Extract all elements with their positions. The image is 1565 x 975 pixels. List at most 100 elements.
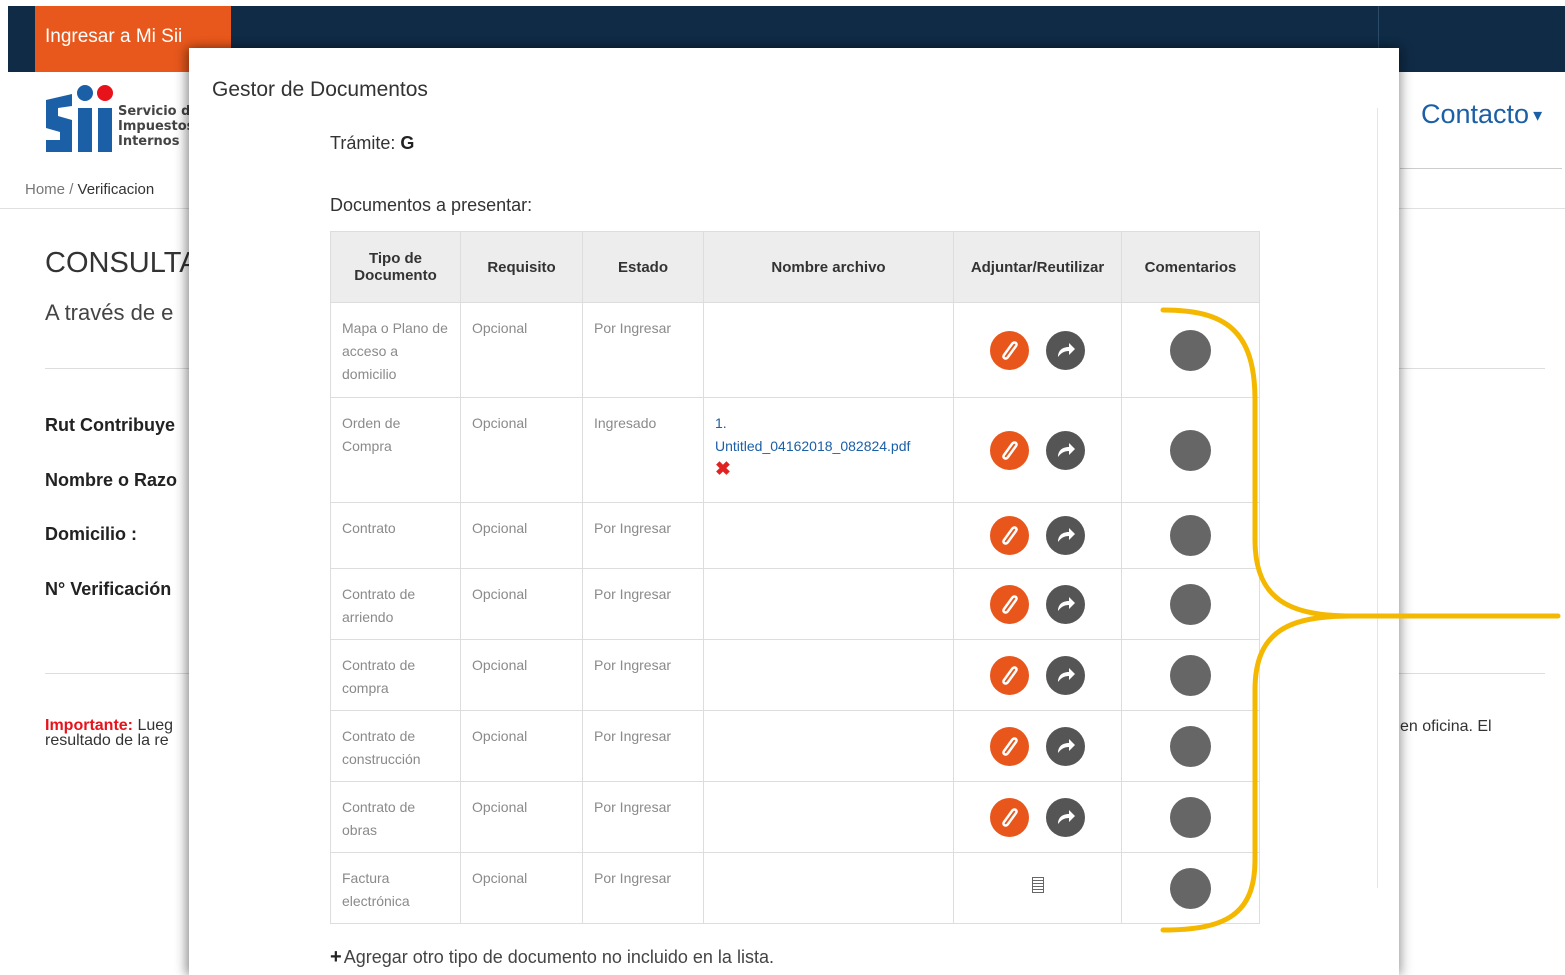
page-title: CONSULTA xyxy=(45,247,199,279)
reuse-icon[interactable] xyxy=(1046,797,1085,837)
col-header-requisito: Requisito xyxy=(460,231,583,303)
cell-tipo: Orden de Compra xyxy=(330,397,461,503)
login-label: Ingresar a Mi Sii xyxy=(45,26,183,47)
cell-archivo xyxy=(703,710,954,782)
reuse-icon[interactable] xyxy=(1046,584,1085,624)
documents-label: Documentos a presentar: xyxy=(330,195,533,215)
cell-archivo xyxy=(703,852,954,924)
cell-actions xyxy=(953,397,1122,503)
add-document-type-link[interactable]: + Agregar otro tipo de documento no inclu… xyxy=(330,946,774,969)
delete-file-icon[interactable]: ✖ xyxy=(715,459,731,480)
comment-icon[interactable] xyxy=(1170,654,1211,696)
cell-comentarios xyxy=(1121,852,1260,924)
cell-actions xyxy=(953,710,1122,782)
modal-scroll-divider xyxy=(1377,108,1378,888)
cell-actions xyxy=(953,852,1122,924)
table-row: Contrato de compra Opcional Por Ingresar xyxy=(330,639,1260,711)
cell-requisito: Opcional xyxy=(460,781,583,853)
table-row: Orden de Compra Opcional Ingresado 1. Un… xyxy=(330,397,1260,503)
cell-archivo xyxy=(703,568,954,640)
cell-actions xyxy=(953,639,1122,711)
reuse-icon[interactable] xyxy=(1046,726,1085,766)
contact-menu[interactable]: Contacto ▾ xyxy=(1421,99,1542,130)
attach-icon[interactable] xyxy=(990,726,1029,766)
attach-icon[interactable] xyxy=(990,516,1029,555)
cell-actions xyxy=(953,502,1122,569)
reuse-icon[interactable] xyxy=(1046,330,1085,370)
cell-comentarios xyxy=(1121,710,1260,782)
file-index: 1. xyxy=(715,415,727,431)
breadcrumb-home[interactable]: Home xyxy=(25,181,65,198)
comment-icon[interactable] xyxy=(1170,429,1211,471)
col-header-tipo: Tipo de Documento xyxy=(330,231,461,303)
reuse-icon[interactable] xyxy=(1046,430,1085,470)
col-header-estado: Estado xyxy=(582,231,704,303)
cell-estado: Por Ingresar xyxy=(582,852,704,924)
table-row: Contrato de construcción Opcional Por In… xyxy=(330,710,1260,782)
important-note: Importante: Lueg resultado de la re xyxy=(45,718,173,749)
field-label-domicilio: Domicilio : xyxy=(45,524,138,544)
comment-icon[interactable] xyxy=(1170,583,1211,625)
tramite-label: Trámite: xyxy=(330,133,396,153)
cell-estado: Por Ingresar xyxy=(582,302,704,398)
cell-actions xyxy=(953,781,1122,853)
cell-estado: Por Ingresar xyxy=(582,639,704,711)
comment-icon[interactable] xyxy=(1170,515,1211,556)
cell-tipo: Contrato de arriendo xyxy=(330,568,461,640)
reuse-icon[interactable] xyxy=(1046,516,1085,555)
table-row: Contrato Opcional Por Ingresar xyxy=(330,502,1260,569)
cell-archivo xyxy=(703,502,954,569)
cell-estado: Por Ingresar xyxy=(582,781,704,853)
col-header-adjuntar: Adjuntar/Reutilizar xyxy=(953,231,1122,303)
cell-comentarios xyxy=(1121,568,1260,640)
cell-requisito: Opcional xyxy=(460,302,583,398)
cell-comentarios xyxy=(1121,397,1260,503)
comment-icon[interactable] xyxy=(1170,796,1211,838)
comment-icon[interactable] xyxy=(1170,725,1211,767)
cell-archivo: 1. Untitled_04162018_082824.pdf ✖ xyxy=(703,397,954,503)
chevron-down-icon: ▾ xyxy=(1533,105,1543,126)
cell-actions xyxy=(953,568,1122,640)
page: Ingresar a Mi Sii Servicio de Impuestos … xyxy=(0,0,1565,975)
contact-label: Contacto xyxy=(1421,99,1530,129)
cell-estado: Por Ingresar xyxy=(582,710,704,782)
attach-icon[interactable] xyxy=(990,584,1029,624)
cell-actions xyxy=(953,302,1122,398)
attach-icon[interactable] xyxy=(990,797,1029,837)
plus-icon: + xyxy=(330,946,342,968)
form-icon[interactable] xyxy=(1031,876,1044,893)
cell-tipo: Contrato de construcción xyxy=(330,710,461,782)
table-row: Contrato de obras Opcional Por Ingresar xyxy=(330,781,1260,853)
logo-text-line3: Internos xyxy=(118,134,180,149)
cell-tipo: Contrato xyxy=(330,502,461,569)
cell-archivo xyxy=(703,302,954,398)
cell-tipo: Contrato de compra xyxy=(330,639,461,711)
cell-requisito: Opcional xyxy=(460,710,583,782)
cell-tipo: Contrato de obras xyxy=(330,781,461,853)
logo-text-line2: Impuestos xyxy=(118,119,195,134)
cell-requisito: Opcional xyxy=(460,852,583,924)
cell-comentarios xyxy=(1121,781,1260,853)
attach-icon[interactable] xyxy=(990,430,1029,470)
reuse-icon[interactable] xyxy=(1046,655,1085,695)
breadcrumb-sep: / xyxy=(69,181,74,198)
table-header-row: Tipo de Documento Requisito Estado Nombr… xyxy=(330,231,1260,303)
table-row: Mapa o Plano de acceso a domicilio Opcio… xyxy=(330,302,1260,398)
add-document-type-label: Agregar otro tipo de documento no inclui… xyxy=(343,947,774,967)
modal-title: Gestor de Documentos xyxy=(212,78,428,101)
cell-comentarios xyxy=(1121,302,1260,398)
comment-icon[interactable] xyxy=(1170,867,1211,909)
comment-icon[interactable] xyxy=(1170,329,1211,371)
logo-text-line1: Servicio de xyxy=(118,104,200,119)
attach-icon[interactable] xyxy=(990,330,1029,370)
breadcrumb: Home / Verificacion xyxy=(25,181,154,198)
attach-icon[interactable] xyxy=(990,655,1029,695)
cell-estado: Ingresado xyxy=(582,397,704,503)
field-label-nombre: Nombre o Razo xyxy=(45,470,178,490)
sii-logo[interactable]: Servicio de Impuestos Internos xyxy=(44,84,204,154)
cell-archivo xyxy=(703,781,954,853)
file-link[interactable]: Untitled_04162018_082824.pdf xyxy=(715,438,910,454)
cell-tipo: Mapa o Plano de acceso a domicilio xyxy=(330,302,461,398)
page-intro: A través de e xyxy=(45,300,174,325)
cell-estado: Por Ingresar xyxy=(582,568,704,640)
